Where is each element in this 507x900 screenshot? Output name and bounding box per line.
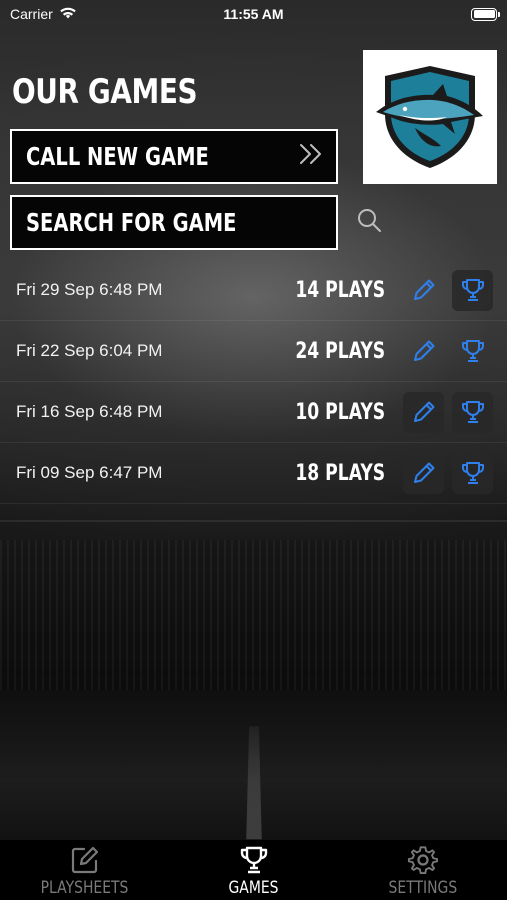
tab-settings[interactable]: SETTINGS (338, 840, 507, 900)
game-row[interactable]: Fri 29 Sep 6:48 PM 14 PLAYS (0, 260, 507, 321)
tab-playsheets[interactable]: PLAYSHEETS (0, 840, 169, 900)
edit-icon (71, 846, 98, 874)
pencil-icon (413, 462, 434, 483)
game-row[interactable]: Fri 22 Sep 6:04 PM 24 PLAYS (0, 321, 507, 382)
trophy-icon (461, 340, 484, 362)
search-icon[interactable] (356, 207, 382, 238)
search-input[interactable] (26, 208, 284, 237)
search-field[interactable] (10, 195, 381, 250)
game-row[interactable]: Fri 16 Sep 6:48 PM 10 PLAYS (0, 382, 507, 443)
game-date: Fri 09 Sep 6:47 PM (16, 463, 163, 482)
game-date: Fri 16 Sep 6:48 PM (16, 402, 163, 421)
double-chevron-right-icon (298, 142, 324, 171)
trophy-icon (240, 846, 267, 874)
call-new-game-button[interactable]: CALL NEW GAME (10, 129, 338, 184)
pencil-icon (413, 279, 434, 300)
edit-game-button[interactable] (403, 270, 444, 311)
trophy-icon (461, 462, 484, 484)
game-plays-count: 18 PLAYS (295, 460, 385, 486)
game-date: Fri 22 Sep 6:04 PM (16, 341, 163, 360)
battery-icon (471, 7, 500, 21)
carrier-label: Carrier (10, 6, 53, 22)
tab-label: SETTINGS (388, 878, 457, 898)
game-row[interactable]: Fri 09 Sep 6:47 PM 18 PLAYS (0, 443, 507, 504)
edit-game-button[interactable] (403, 331, 444, 372)
results-button[interactable] (452, 269, 493, 311)
trophy-icon (461, 279, 484, 301)
results-button[interactable] (452, 391, 493, 433)
game-plays-count: 14 PLAYS (295, 277, 385, 303)
wifi-icon (59, 6, 77, 22)
page-title: OUR GAMES (12, 72, 198, 112)
call-new-game-label: CALL NEW GAME (26, 142, 209, 171)
trophy-icon (461, 401, 484, 423)
results-button[interactable] (452, 331, 493, 372)
tab-label: PLAYSHEETS (40, 878, 129, 898)
shark-shield-logo (376, 66, 483, 168)
edit-game-button[interactable] (403, 452, 444, 494)
tab-games[interactable]: GAMES (169, 840, 338, 900)
gear-icon (407, 846, 438, 875)
game-plays-count: 24 PLAYS (295, 338, 385, 364)
pencil-icon (413, 401, 434, 422)
tab-bar: PLAYSHEETS GAMES SETTINGS (0, 840, 507, 900)
games-list: Fri 29 Sep 6:48 PM 14 PLAYS Fri 22 Sep 6… (0, 260, 507, 504)
game-date: Fri 29 Sep 6:48 PM (16, 280, 163, 299)
tab-label: GAMES (228, 878, 279, 898)
status-bar: Carrier 11:55 AM (0, 0, 507, 28)
team-logo (363, 50, 497, 184)
pencil-icon (413, 340, 434, 361)
game-plays-count: 10 PLAYS (295, 399, 385, 425)
results-button[interactable] (452, 452, 493, 494)
edit-game-button[interactable] (403, 391, 444, 433)
